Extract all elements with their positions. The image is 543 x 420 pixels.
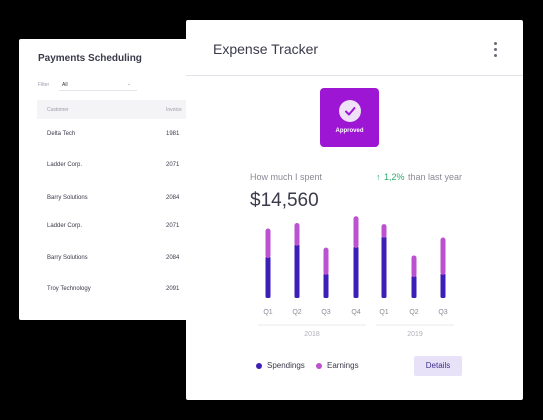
earnings-legend-dot: [316, 363, 322, 369]
customer-cell: Ladder Corp.: [47, 223, 83, 229]
filter-label: Filter: [38, 82, 50, 88]
table-row[interactable]: Troy Technology 2091: [19, 286, 214, 296]
customer-cell: Ladder Corp.: [47, 162, 83, 168]
earnings-legend-label: Earnings: [327, 361, 359, 370]
earnings-bar: [381, 224, 387, 238]
x-tick-label: Q2: [409, 309, 418, 316]
table-row[interactable]: Ladder Corp. 2071: [19, 162, 214, 172]
payments-scheduling-card: Payments Scheduling Filter All ⌄ Custome…: [19, 39, 214, 320]
details-button[interactable]: Details: [414, 356, 462, 376]
table-row[interactable]: Delta Tech 1981: [19, 131, 214, 141]
x-tick-label: Q3: [438, 309, 447, 316]
spendings-bar: [411, 275, 417, 298]
customer-cell: Troy Technology: [47, 286, 91, 292]
invoice-cell: 2091: [166, 286, 180, 292]
earnings-bar: [294, 222, 300, 246]
x-tick-label: Q1: [263, 309, 272, 316]
spendings-bar: [294, 244, 300, 298]
year-group-label: 2019: [407, 331, 423, 338]
x-tick-label: Q1: [379, 309, 388, 316]
x-tick-label: Q4: [351, 309, 360, 316]
invoice-cell: 2084: [166, 195, 180, 201]
invoice-cell: 2071: [166, 162, 180, 168]
spendings-bar: [323, 273, 329, 298]
table-row[interactable]: Barry Solutions 2084: [19, 255, 214, 265]
payments-title: Payments Scheduling: [38, 53, 142, 64]
table-row[interactable]: Ladder Corp. 2071: [19, 223, 214, 233]
earnings-bar: [411, 255, 417, 278]
invoice-cell: 2084: [166, 255, 180, 261]
earnings-bar: [353, 216, 359, 248]
spendings-bar: [265, 256, 271, 298]
earnings-bar: [440, 237, 446, 275]
table-row[interactable]: Barry Solutions 2084: [19, 195, 214, 205]
column-header-invoice: Invoice: [166, 107, 182, 113]
year-group-label: 2018: [304, 331, 320, 338]
x-tick-label: Q3: [321, 309, 330, 316]
spendings-legend-dot: [256, 363, 262, 369]
filter-underline: [59, 90, 137, 91]
invoice-cell: 2071: [166, 223, 180, 229]
spendings-bar: [381, 236, 387, 298]
earnings-bar: [265, 228, 271, 259]
spendings-bar: [440, 273, 446, 298]
invoice-cell: 1981: [166, 131, 180, 137]
column-header-customer: Customer: [47, 107, 69, 113]
spendings-earnings-chart: Q1 Q2 Q3 Q4 Q1 Q2 Q3 2018 2019: [258, 216, 454, 338]
spendings-legend-label: Spendings: [267, 361, 305, 370]
chevron-down-icon[interactable]: ⌄: [127, 81, 131, 87]
filter-select[interactable]: All: [62, 82, 68, 88]
x-tick-label: Q2: [292, 309, 301, 316]
customer-cell: Delta Tech: [47, 131, 76, 137]
earnings-bar: [323, 247, 329, 275]
customer-cell: Barry Solutions: [47, 195, 88, 201]
spendings-bar: [353, 246, 359, 298]
customer-cell: Barry Solutions: [47, 255, 88, 261]
expense-tracker-card: Expense Tracker Approved How much I spen…: [186, 20, 523, 400]
